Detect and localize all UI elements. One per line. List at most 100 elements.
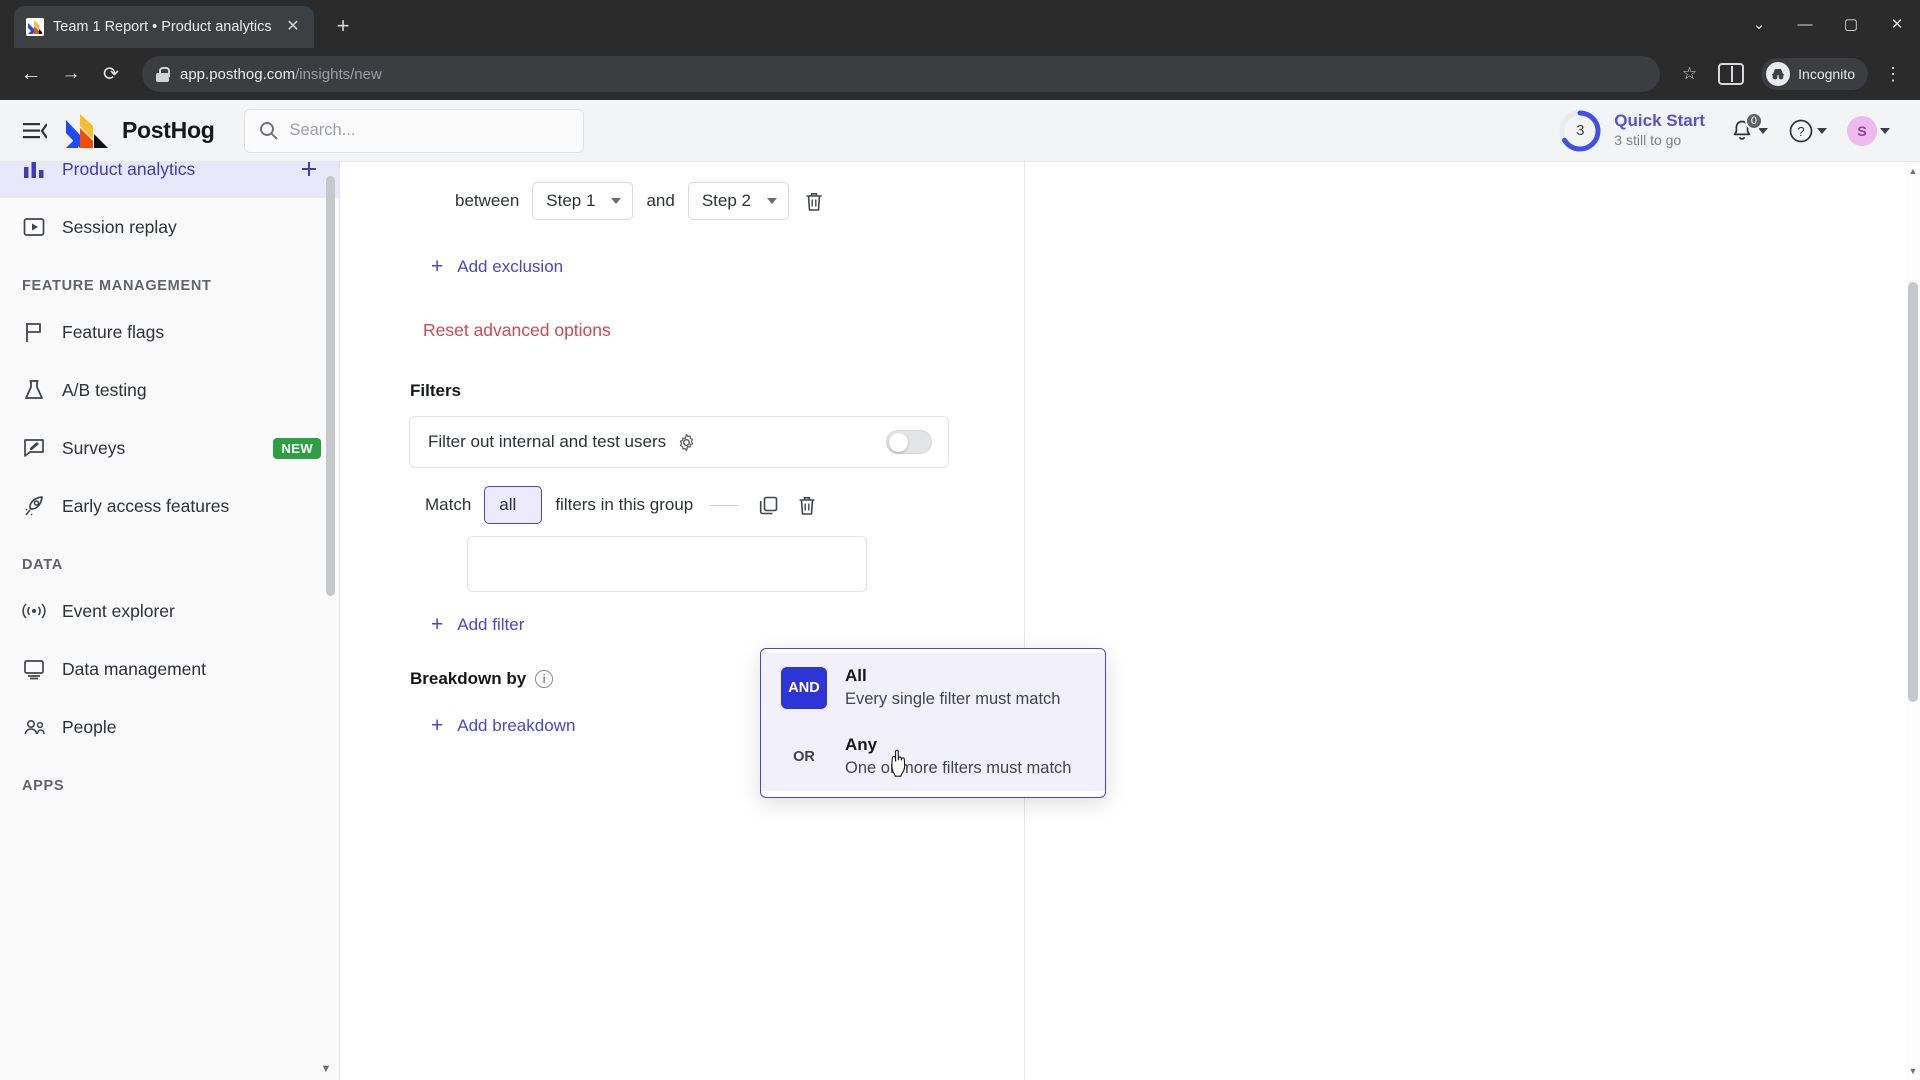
and-tag: AND	[781, 666, 827, 709]
internal-users-filter-card: Filter out internal and test users	[409, 416, 949, 468]
sidebar-item-label: Feature flags	[62, 321, 165, 342]
survey-icon	[22, 436, 46, 460]
to-step-select[interactable]: Step 2	[687, 182, 789, 220]
avatar: S	[1847, 115, 1877, 146]
dropdown-option-all[interactable]: AND All Every single filter must match	[761, 653, 1105, 723]
delete-group-button[interactable]	[794, 492, 820, 518]
sidebar-item-data-management[interactable]: Data management	[0, 640, 339, 698]
sidebar-item-label: Product analytics	[62, 162, 196, 179]
delete-exclusion-button[interactable]	[802, 189, 826, 213]
sidebar-item-surveys[interactable]: Surveys NEW	[0, 419, 339, 477]
sidebar-item-label: People	[62, 716, 117, 737]
duplicate-group-button[interactable]	[755, 492, 781, 518]
sidebar-item-label: Data management	[62, 658, 206, 679]
filter-group-box	[467, 536, 867, 592]
sidebar-item-people[interactable]: People	[0, 698, 339, 756]
browser-tab[interactable]: Team 1 Report • Product analytics ✕	[14, 6, 314, 48]
tab-strip: Team 1 Report • Product analytics ✕ + ⌄ …	[0, 0, 1920, 48]
sidebar-item-ab-testing[interactable]: A/B testing	[0, 361, 339, 419]
quick-start-widget[interactable]: 3 Quick Start 3 still to go	[1557, 108, 1717, 154]
account-menu-button[interactable]: S	[1839, 110, 1898, 152]
sidebar-item-label: Surveys	[62, 437, 126, 458]
chevron-down-icon	[766, 198, 777, 204]
plus-icon: +	[431, 613, 444, 636]
quick-start-subtitle: 3 still to go	[1614, 131, 1682, 148]
scroll-up-icon[interactable]: ▲	[1908, 164, 1918, 178]
tab-close-icon[interactable]: ✕	[282, 16, 304, 38]
chevron-down-icon	[1817, 127, 1827, 134]
notifications-button[interactable]: 0	[1721, 110, 1776, 152]
dropdown-option-any[interactable]: OR Any One or more filters must match	[761, 722, 1105, 792]
posthog-logo[interactable]: PostHog	[66, 113, 215, 148]
dropdown-option-description: Every single filter must match	[845, 689, 1061, 708]
incognito-indicator[interactable]: Incognito	[1761, 58, 1868, 90]
match-suffix-label: filters in this group	[555, 495, 694, 514]
monitor-icon	[22, 657, 46, 681]
trash-icon	[806, 192, 822, 211]
match-type-value: all	[499, 495, 517, 514]
sidebar-item-event-explorer[interactable]: Event explorer	[0, 582, 339, 640]
search-placeholder: Search...	[289, 121, 356, 139]
omnibox-bar: ← → ⟳ app.posthog.com/insights/new ☆ Inc…	[0, 48, 1920, 100]
sidebar-section-feature-management: FEATURE MANAGEMENT	[22, 278, 212, 294]
new-tab-button[interactable]: +	[326, 10, 360, 44]
app-sidebar: Product analytics Session replay FEATURE…	[0, 162, 340, 1080]
search-input[interactable]: Search...	[244, 108, 585, 153]
tab-title: Team 1 Report • Product analytics	[53, 19, 272, 35]
chevron-down-icon	[611, 198, 622, 204]
forward-button[interactable]: →	[54, 57, 88, 91]
sidebar-item-early-access-features[interactable]: Early access features	[0, 477, 339, 535]
gear-icon[interactable]	[676, 432, 696, 452]
bookmark-star-icon[interactable]: ☆	[1674, 64, 1705, 84]
side-panel-icon[interactable]	[1718, 63, 1745, 85]
minimize-button[interactable]: —	[1782, 0, 1828, 48]
info-icon[interactable]: i	[535, 670, 554, 688]
add-filter-button[interactable]: + Add filter	[409, 592, 996, 635]
chevron-down-icon	[1758, 127, 1768, 134]
dropdown-option-text: Any One or more filters must match	[845, 734, 1071, 779]
internal-users-toggle[interactable]	[886, 430, 932, 454]
scroll-down-icon[interactable]: ▼	[319, 1062, 333, 1076]
page-scrollbar-thumb[interactable]	[1908, 282, 1918, 702]
sidebar-section-data: DATA	[22, 557, 63, 573]
sidebar-scrollbar-thumb[interactable]	[326, 176, 335, 596]
to-step-value: Step 2	[701, 191, 751, 210]
reset-advanced-options-button[interactable]: Reset advanced options	[409, 277, 996, 341]
sidebar-toggle-icon[interactable]	[18, 114, 52, 148]
add-exclusion-button[interactable]: + Add exclusion	[409, 220, 996, 277]
reload-button[interactable]: ⟳	[94, 57, 128, 91]
add-filter-label: Add filter	[457, 614, 525, 634]
sidebar-item-session-replay[interactable]: Session replay	[0, 198, 339, 256]
back-button[interactable]: ←	[14, 57, 48, 91]
from-step-select[interactable]: Step 1	[532, 182, 634, 220]
dropdown-option-title: All	[845, 666, 867, 685]
main-content: between Step 1 and Step 2 + Add exclusio…	[340, 162, 1920, 1080]
topbar-right: 3 Quick Start 3 still to go 0 ? S	[1557, 108, 1898, 154]
maximize-button[interactable]: ▢	[1828, 0, 1874, 48]
internal-users-label: Filter out internal and test users	[428, 432, 667, 451]
close-window-button[interactable]: ✕	[1874, 0, 1920, 48]
sidebar-item-feature-flags[interactable]: Feature flags	[0, 303, 339, 361]
and-label: and	[646, 191, 675, 210]
posthog-favicon	[26, 18, 44, 36]
sidebar-scrollbar[interactable]: ▼	[321, 162, 335, 1080]
plus-icon: +	[431, 714, 444, 737]
flag-icon	[22, 320, 46, 344]
scroll-down-icon[interactable]: ▼	[1908, 1064, 1918, 1078]
address-bar[interactable]: app.posthog.com/insights/new	[142, 56, 1660, 92]
tab-search-icon[interactable]: ⌄	[1736, 0, 1782, 48]
help-button[interactable]: ?	[1780, 110, 1835, 152]
flask-icon	[22, 378, 46, 402]
page-scrollbar[interactable]: ▲ ▼	[1906, 162, 1920, 1080]
url-text: app.posthog.com/insights/new	[180, 66, 382, 83]
quick-start-text: Quick Start 3 still to go	[1614, 111, 1705, 150]
add-icon[interactable]	[297, 162, 321, 181]
browser-menu-icon[interactable]: ⋮	[1880, 64, 1906, 85]
url-host: app.posthog.com	[180, 65, 296, 83]
plus-icon: +	[431, 255, 444, 278]
incognito-hat-icon	[1766, 62, 1791, 86]
bell-icon: 0	[1729, 111, 1763, 144]
quick-start-count: 3	[1576, 122, 1585, 139]
sidebar-item-product-analytics[interactable]: Product analytics	[0, 162, 339, 198]
match-type-select[interactable]: all	[484, 486, 543, 524]
